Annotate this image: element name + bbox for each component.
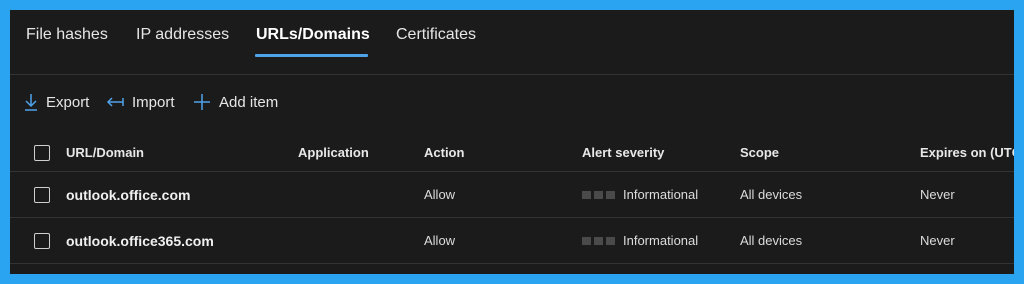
select-all-checkbox[interactable] [34, 144, 50, 161]
indicators-panel: File hashes IP addresses URLs/Domains Ce… [10, 10, 1014, 274]
column-header-url-domain[interactable]: URL/Domain [66, 134, 144, 171]
severity-label: Informational [623, 187, 699, 202]
action-cell: Allow [424, 187, 456, 202]
add-item-label: Add item [219, 93, 279, 111]
tab-file-hashes[interactable]: File hashes [26, 26, 108, 44]
row-checkbox[interactable] [34, 232, 50, 249]
column-header-action[interactable]: Action [424, 134, 464, 171]
column-header-application[interactable]: Application [298, 134, 369, 171]
url-domain-cell[interactable]: outlook.office.com [66, 172, 190, 217]
download-icon [24, 93, 38, 111]
table-row[interactable]: outlook.office365.com Allow Informationa… [10, 218, 1014, 264]
import-button[interactable]: Import [106, 91, 175, 113]
add-item-button[interactable]: Add item [193, 91, 278, 113]
import-label: Import [132, 93, 175, 111]
table-row[interactable]: outlook.office.com Allow Informational A… [10, 172, 1014, 218]
column-header-alert-severity[interactable]: Alert severity [582, 134, 664, 171]
alert-severity-cell: Informational [582, 172, 698, 217]
import-arrow-icon [106, 95, 124, 109]
scope-cell: All devices [740, 233, 803, 248]
tab-certificates[interactable]: Certificates [396, 26, 476, 44]
tab-ip-addresses[interactable]: IP addresses [136, 26, 229, 44]
severity-bars-icon [582, 236, 615, 245]
tab-bar: File hashes IP addresses URLs/Domains Ce… [10, 10, 1014, 75]
action-cell: Allow [424, 233, 456, 248]
expires-cell: Never [920, 233, 955, 248]
alert-severity-cell: Informational [582, 218, 698, 263]
export-button[interactable]: Export [24, 91, 89, 113]
tab-urls-domains[interactable]: URLs/Domains [256, 26, 370, 44]
export-label: Export [46, 93, 90, 111]
row-checkbox[interactable] [34, 186, 50, 203]
table-header: URL/Domain Application Action Alert seve… [10, 134, 1014, 172]
column-header-expires-on[interactable]: Expires on (UTC) [920, 134, 1014, 171]
expires-cell: Never [920, 187, 955, 202]
url-domain-cell[interactable]: outlook.office365.com [66, 218, 214, 263]
scope-cell: All devices [740, 187, 803, 202]
plus-icon [193, 93, 211, 111]
severity-bars-icon [582, 190, 615, 199]
active-tab-indicator [255, 54, 368, 57]
column-header-scope[interactable]: Scope [740, 134, 779, 171]
severity-label: Informational [623, 233, 699, 248]
